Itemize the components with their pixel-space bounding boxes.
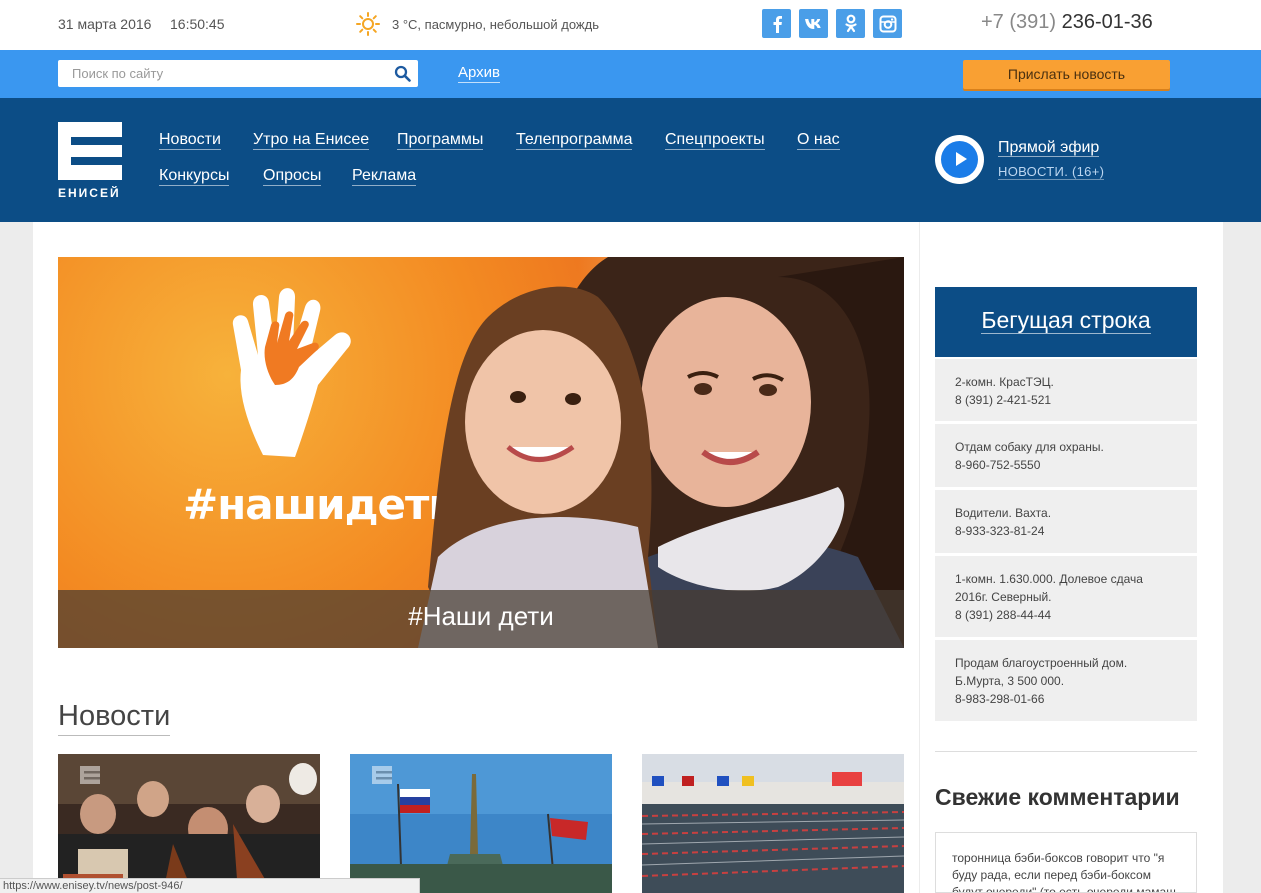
play-icon xyxy=(956,152,967,166)
nav-item-about[interactable]: О нас xyxy=(797,131,840,150)
ticker-item[interactable]: Водители. Вахта. 8-933-323-81-24 xyxy=(935,490,1197,553)
ticker-line: Отдам собаку для охраны. xyxy=(955,440,1104,454)
browser-status-url: https://www.enisey.tv/news/post-946/ xyxy=(0,878,420,893)
ticker-line: Водители. Вахта. xyxy=(955,506,1052,520)
ticker-line: 8-983-298-01-66 xyxy=(955,692,1045,706)
contact-phone: +7 (391) 236-01-36 xyxy=(981,11,1153,34)
live-play-circle xyxy=(941,141,978,178)
current-time: 16:50:45 xyxy=(170,16,225,32)
ticker-item[interactable]: Отдам собаку для охраны. 8-960-752-5550 xyxy=(935,424,1197,487)
archive-link[interactable]: Архив xyxy=(458,65,501,83)
search-box xyxy=(58,60,418,87)
live-title[interactable]: Прямой эфир xyxy=(998,139,1100,157)
search-bar: Архив Прислать новость xyxy=(0,50,1261,98)
ticker-line: 8-960-752-5550 xyxy=(955,458,1041,472)
ticker-title-wrap: Бегущая строка xyxy=(935,307,1197,334)
vk-icon[interactable] xyxy=(799,9,828,38)
comment-text: торонница бэби-боксов говорит что "я буд… xyxy=(952,851,1176,893)
main-navigation: ЕНИСЕЙ Новости Утро на Енисее Программы … xyxy=(0,98,1261,222)
nav-item-ads[interactable]: Реклама xyxy=(352,167,417,186)
news-heading[interactable]: Новости xyxy=(58,700,171,736)
nav-item-contests[interactable]: Конкурсы xyxy=(159,167,230,186)
news-thumbnail-flags[interactable] xyxy=(350,754,612,893)
sidebar-divider xyxy=(935,751,1197,752)
send-news-button[interactable]: Прислать новость xyxy=(963,60,1170,89)
live-play-button[interactable] xyxy=(935,135,984,184)
site-logo[interactable]: ЕНИСЕЙ xyxy=(58,122,124,202)
odnoklassniki-icon[interactable] xyxy=(836,9,865,38)
facebook-icon[interactable] xyxy=(762,9,791,38)
hand-icon xyxy=(232,288,351,457)
ticker-line: Б.Мурта, 3 500 000. xyxy=(955,674,1065,688)
comment-item[interactable]: торонница бэби-боксов говорит что "я буд… xyxy=(935,832,1197,893)
weather-text: 3 °C, пасмурно, небольшой дождь xyxy=(392,17,599,32)
top-bar: 31 марта 2016 16:50:45 3 °C, пасмурно, н… xyxy=(0,0,1261,50)
current-date: 31 марта 2016 xyxy=(58,16,152,32)
search-icon[interactable] xyxy=(394,65,411,82)
nav-item-news[interactable]: Новости xyxy=(159,131,221,150)
ticker-line: 2016г. Северный. xyxy=(955,590,1052,604)
swimming-photo xyxy=(642,754,904,893)
nav-item-tv-schedule[interactable]: Телепрограмма xyxy=(516,131,633,150)
search-input[interactable] xyxy=(58,60,378,87)
ticker-line: 8 (391) 288-44-44 xyxy=(955,608,1052,622)
nav-item-polls[interactable]: Опросы xyxy=(263,167,322,186)
ticker-header: Бегущая строка xyxy=(935,287,1197,357)
ticker-item[interactable]: 2-комн. КрасТЭЦ. 8 (391) 2-421-521 xyxy=(935,359,1197,421)
watermark-logo-icon xyxy=(372,766,392,784)
watermark-logo-icon xyxy=(80,766,100,784)
ticker-line: Продам благоустроенный дом. xyxy=(955,656,1128,670)
phone-code: +7 (391) xyxy=(981,11,1057,33)
sun-icon xyxy=(356,12,380,36)
instagram-icon[interactable] xyxy=(873,9,902,38)
ticker-item[interactable]: 1-комн. 1.630.000. Долевое сдача 2016г. … xyxy=(935,556,1197,637)
comments-heading: Свежие комментарии xyxy=(935,784,1180,810)
ticker-line: 8 (391) 2-421-521 xyxy=(955,393,1052,407)
ticker-line: 1-комн. 1.630.000. Долевое сдача xyxy=(955,572,1143,586)
hero-banner[interactable]: #нашидети #Наши дети xyxy=(58,257,904,648)
news-thumbnail-swimming[interactable] xyxy=(642,754,904,893)
news-thumbnail-orchestra[interactable] xyxy=(58,754,320,893)
phone-number: 236-01-36 xyxy=(1056,11,1153,33)
ticker-line: 8-933-323-81-24 xyxy=(955,524,1045,538)
ticker-item[interactable]: Продам благоустроенный дом. Б.Мурта, 3 5… xyxy=(935,640,1197,721)
live-subtitle[interactable]: НОВОСТИ. (16+) xyxy=(998,165,1105,180)
nav-item-programs[interactable]: Программы xyxy=(397,131,484,150)
nav-item-morning[interactable]: Утро на Енисее xyxy=(253,131,370,150)
logo-text: ЕНИСЕЙ xyxy=(58,186,121,200)
hero-caption[interactable]: #Наши дети xyxy=(58,601,904,632)
logo-e-icon xyxy=(58,122,122,180)
ticker-line: 2-комн. КрасТЭЦ. xyxy=(955,375,1054,389)
ticker-title[interactable]: Бегущая строка xyxy=(981,307,1151,334)
nav-item-special-projects[interactable]: Спецпроекты xyxy=(665,131,765,150)
